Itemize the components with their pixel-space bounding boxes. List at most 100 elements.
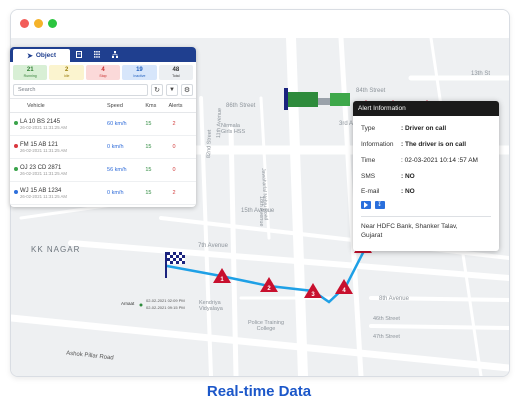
column-vehicle[interactable]: Vehicle [19,98,107,113]
refresh-icon: ↻ [154,87,160,94]
vehicle-kms: 15 [144,135,168,159]
status-idle-count: 2 [64,67,69,73]
alert-info-popup: Alert Information Type : Driver on call … [353,101,499,251]
alert-time-label: Time [361,157,376,164]
play-icon [364,202,368,208]
search-input[interactable]: Search [13,84,148,96]
vehicle-panel: ➤ Object 21 Running 2 Idle 4 Stop 19 Inactiv… [10,47,196,207]
alert-type-label: Type [361,125,376,132]
street-label-86: 86th Street [226,103,256,109]
column-speed[interactable]: Speed [106,98,145,113]
grid-icon[interactable] [94,51,100,58]
status-inactive-count: 19 [136,67,143,73]
street-label-13: 13th St [471,71,491,77]
download-icon: ↧ [377,202,383,208]
street-label-8th-avenue: 8th Avenue [379,296,409,302]
alert-info-title: Alert Information [353,101,499,116]
search-placeholder: Search [18,87,36,93]
alert-email-value: : NO [401,188,415,195]
table-row[interactable]: OJ 23 CD 2871 26-02-2021 11:31:25 AM 56 k… [10,158,196,182]
status-stop[interactable]: 4 Stop [85,65,121,80]
alert-sms-value: : NO [401,173,415,180]
street-label-84: 84th Street [356,88,386,94]
status-total[interactable]: 48 Total [158,65,194,80]
vehicle-date: 26-02-2021 11:31:25 AM [20,147,67,153]
vehicle-table: Vehicle Speed Kms Alerts LA 10 BS 2145 26… [10,98,196,205]
landmark-college: Police Training College [247,320,285,332]
video-button[interactable] [361,201,371,209]
alert-information-value: : The driver is on call [401,141,467,148]
status-inactive-label: Inactive [133,74,146,78]
navigation-icon: ➤ [26,52,33,60]
tab-object[interactable]: ➤ Object [13,49,70,62]
vehicle-speed: 60 km/h [106,112,145,136]
street-label-7th-avenue: 7th Avenue [198,243,228,249]
settings-button[interactable]: ⚙ [181,84,193,96]
status-inactive[interactable]: 19 Inactive [122,65,157,80]
vehicle-date: 26-02-2021 11:31:25 AM [20,193,67,199]
vehicle-kms: 15 [144,112,168,136]
vehicle-status-dot [14,190,18,194]
street-label-82nd: 82nd Street [206,129,213,159]
column-alerts[interactable]: Alerts [167,98,196,113]
table-row[interactable]: WJ 15 AB 1234 26-02-2021 11:31:25 AM 0 km… [10,181,196,205]
stop-point-icon[interactable] [139,303,143,307]
landmark-kendriya: Kendriya Vidyalaya [199,300,223,312]
status-running[interactable]: 21 Running [13,65,48,80]
street-label-46th: 46th Street [373,316,400,322]
area-label: KK NAGAR [31,245,81,254]
vehicle-alerts: 2 [167,112,196,136]
status-summary: 21 Running 2 Idle 4 Stop 19 Inactive 48 Total [10,62,196,82]
street-label-18th: 18th Avenue [258,196,264,227]
status-stop-label: Stop [99,74,107,78]
vehicle-speed: 0 km/h [106,181,145,205]
status-total-label: Total [172,74,180,78]
vehicle-kms: 15 [144,158,168,182]
table-row[interactable]: FM 15 AB 121 26-02-2021 11:31:25 AM 0 km/… [10,135,196,159]
vehicle-speed: 56 km/h [106,158,145,182]
maximize-window-button[interactable] [48,19,57,28]
landmark-school: Nirmala Girls HSS [221,123,246,135]
vehicle-status-dot [14,144,18,148]
close-window-button[interactable] [20,19,29,28]
document-icon[interactable] [76,51,82,58]
status-idle[interactable]: 2 Idle [49,65,84,80]
search-bar: Search ↻ ▼ ⚙ [13,84,193,96]
vehicle-alerts: 0 [167,135,196,159]
refresh-button[interactable]: ↻ [151,84,163,96]
minimize-window-button[interactable] [34,19,43,28]
caption-text: Real-time Data [206,383,312,400]
vehicle-speed: 0 km/h [106,135,145,159]
alert-time-value: : 02-03-2021 10:14 :57 AM [401,157,478,164]
filter-icon: ▼ [169,87,175,93]
vehicle-date: 26-02-2021 11:31:25 AM [20,170,67,176]
alert-email-label: E-mail [361,188,380,195]
filter-button[interactable]: ▼ [166,84,178,96]
alert-information-label: Information [361,141,394,148]
title-bar [11,10,509,38]
download-button[interactable]: ↧ [375,201,385,209]
vehicle-status-dot [14,121,18,125]
stop-tooltip-line1: 02-02-2021 02:09 PM [146,298,185,303]
tab-object-label: Object [35,52,57,59]
vehicle-status-dot [14,167,18,171]
vehicle-table-header: Vehicle Speed Kms Alerts [10,98,196,113]
route-marker-4[interactable]: 4 [335,279,353,294]
vehicle-kms: 15 [144,181,168,205]
status-running-label: Running [23,74,37,78]
vehicle-date: 26-02-2021 11:31:25 AM [20,124,67,130]
table-row[interactable]: LA 10 BS 2145 26-02-2021 11:31:25 AM 60 k… [10,112,196,136]
column-kms[interactable]: Kms [144,98,168,113]
status-total-count: 48 [172,67,180,73]
gear-icon: ⚙ [183,87,191,94]
alert-divider [361,216,491,217]
alert-type-value: : Driver on call [401,125,447,132]
status-idle-label: Idle [63,74,70,78]
vehicle-alerts: 2 [167,181,196,205]
alert-sms-label: SMS [361,173,376,180]
stop-tooltip-name: Arnaat [121,301,135,306]
status-stop-count: 4 [101,67,105,73]
hierarchy-icon[interactable] [112,51,118,58]
alert-address: Near HDFC Bank, Shanker Talav, Gujarat [361,223,458,239]
street-label-47th: 47th Street [373,334,400,340]
